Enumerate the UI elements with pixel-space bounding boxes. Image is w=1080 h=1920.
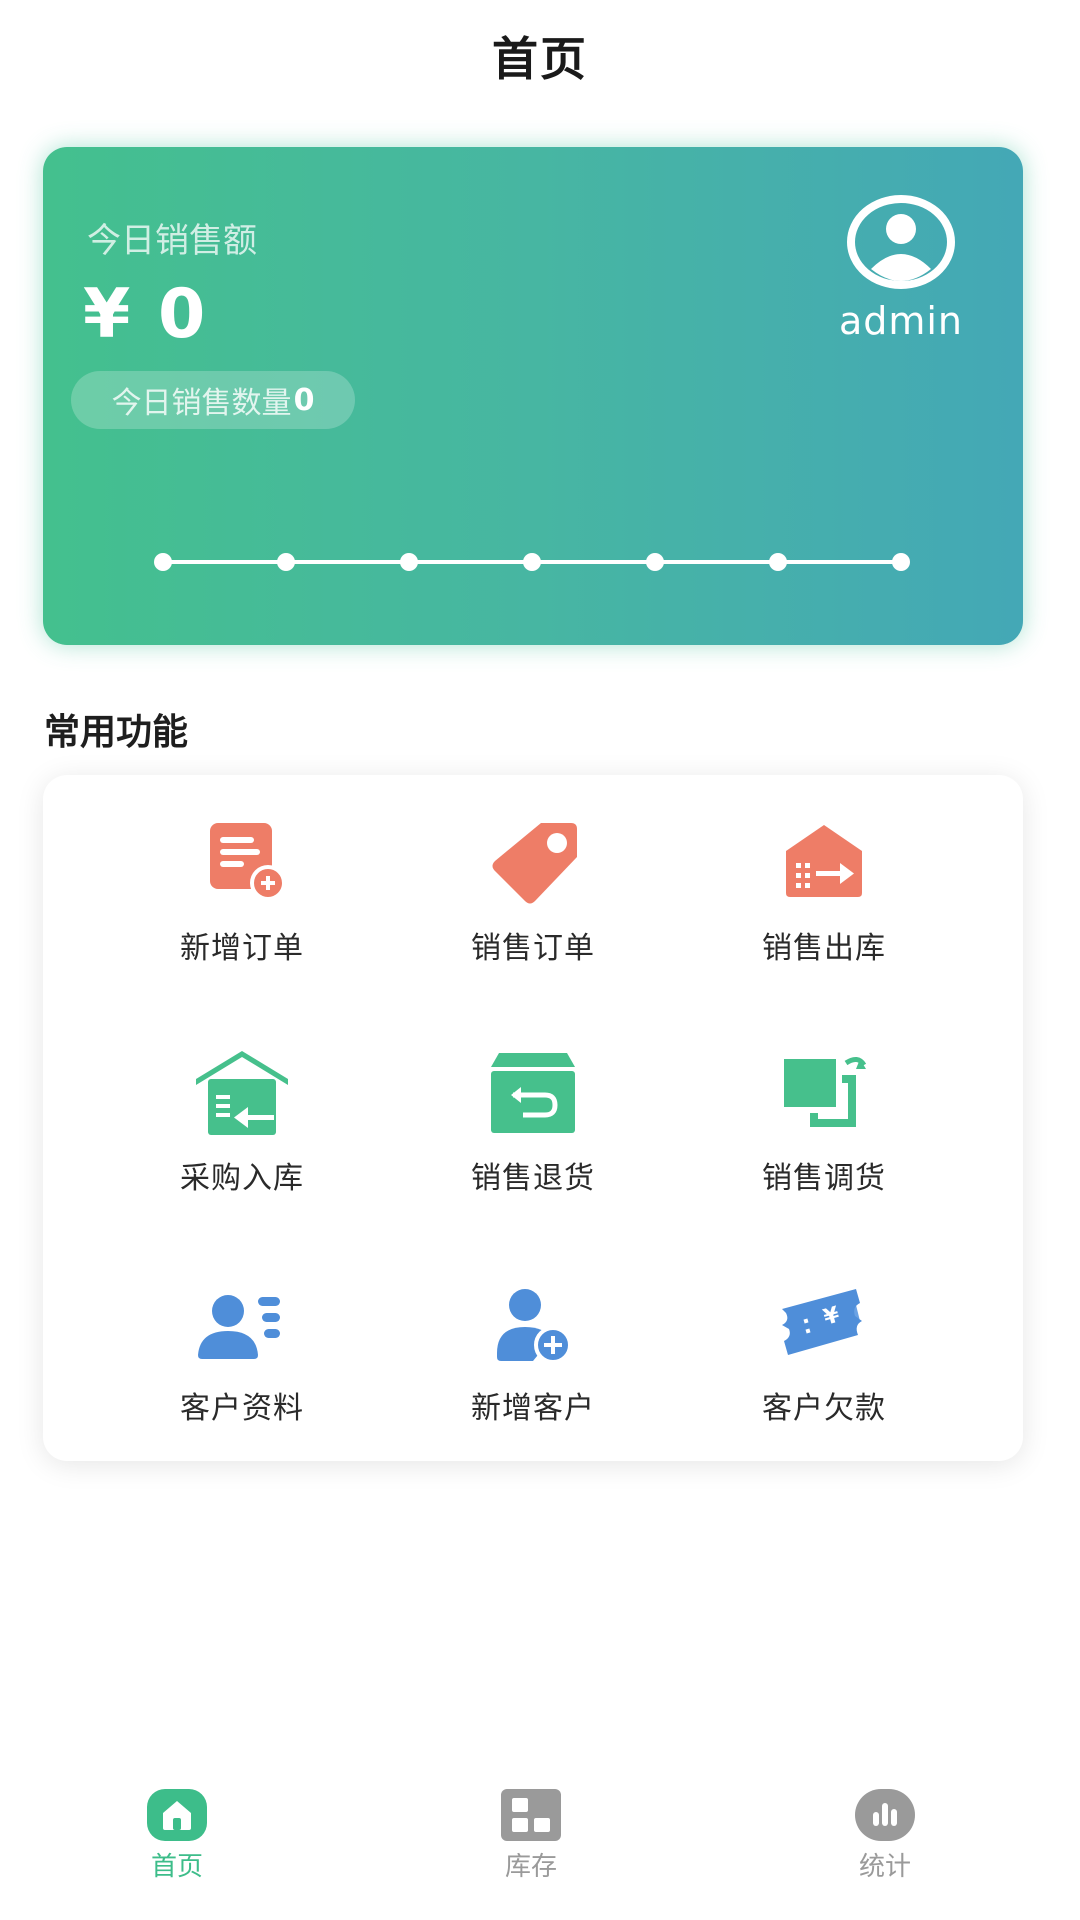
function-label: 客户资料	[180, 1391, 304, 1426]
common-functions-title: 常用功能	[44, 712, 189, 753]
customer-info-button[interactable]: 客户资料	[92, 1279, 392, 1479]
trend-point	[769, 553, 787, 571]
common-functions-card: 新增订单 销售订单 销售出库 采购入库 销售退货 销售调货 客户资料 新增客户 …	[43, 775, 1023, 1461]
add-order-button[interactable]: 新增订单	[92, 819, 392, 1019]
trend-point	[277, 553, 295, 571]
trend-point	[400, 553, 418, 571]
function-label: 新增客户	[471, 1391, 595, 1426]
sales-summary-card: 今日销售额 ¥ 0 今日销售数量 0 admin	[43, 147, 1023, 645]
tab-statistics[interactable]: 统计	[815, 1788, 955, 1883]
sales-outbound-button[interactable]: 销售出库	[674, 819, 974, 1019]
bottom-tab-bar: 首页 库存 统计	[0, 1770, 1080, 1920]
customer-list-icon	[198, 1295, 280, 1359]
home-icon	[147, 1789, 207, 1841]
transfer-goods-icon	[784, 1057, 867, 1127]
statistics-icon	[855, 1789, 915, 1841]
inventory-grid-icon	[501, 1789, 561, 1841]
tab-home[interactable]: 首页	[107, 1788, 247, 1883]
price-tag-icon	[492, 823, 577, 904]
top-bar: 首页	[0, 0, 1080, 112]
tab-label: 统计	[858, 1852, 911, 1882]
today-sales-amount: ¥ 0	[83, 275, 208, 354]
trend-point	[892, 553, 910, 571]
customer-debt-button[interactable]: ¥ 客户欠款	[674, 1279, 974, 1479]
function-label: 销售退货	[471, 1161, 595, 1196]
today-sales-label: 今日销售额	[87, 221, 257, 261]
purchase-inbound-button[interactable]: 采购入库	[92, 1049, 392, 1249]
function-label: 销售调货	[762, 1161, 886, 1196]
tab-label: 库存	[504, 1852, 557, 1882]
trend-point	[646, 553, 664, 571]
user-avatar-icon	[847, 195, 955, 289]
today-sales-qty-pill: 今日销售数量 0	[71, 371, 355, 429]
username: admin	[838, 299, 964, 343]
outbound-warehouse-icon	[786, 825, 862, 897]
sales-order-button[interactable]: 销售订单	[383, 819, 683, 1019]
sales-transfer-button[interactable]: 销售调货	[674, 1049, 974, 1249]
tab-label: 首页	[150, 1852, 203, 1882]
sales-return-button[interactable]: 销售退货	[383, 1049, 683, 1249]
trend-point	[154, 553, 172, 571]
return-box-icon	[491, 1053, 575, 1133]
user-profile[interactable]: admin	[831, 195, 971, 343]
today-sales-qty-label: 今日销售数量	[111, 386, 292, 421]
page-title: 首页	[492, 32, 588, 86]
function-label: 销售出库	[762, 931, 886, 966]
inbound-warehouse-icon	[196, 1051, 288, 1135]
today-sales-qty-value: 0	[293, 382, 315, 418]
function-label: 客户欠款	[762, 1391, 886, 1426]
function-label: 采购入库	[180, 1161, 304, 1196]
add-order-icon	[210, 823, 286, 901]
function-label: 新增订单	[180, 931, 304, 966]
tab-inventory[interactable]: 库存	[461, 1788, 601, 1883]
add-customer-button[interactable]: 新增客户	[383, 1279, 683, 1479]
trend-point	[523, 553, 541, 571]
function-label: 销售订单	[471, 931, 595, 966]
add-customer-icon	[497, 1289, 572, 1364]
debt-ticket-icon: ¥	[782, 1289, 862, 1355]
